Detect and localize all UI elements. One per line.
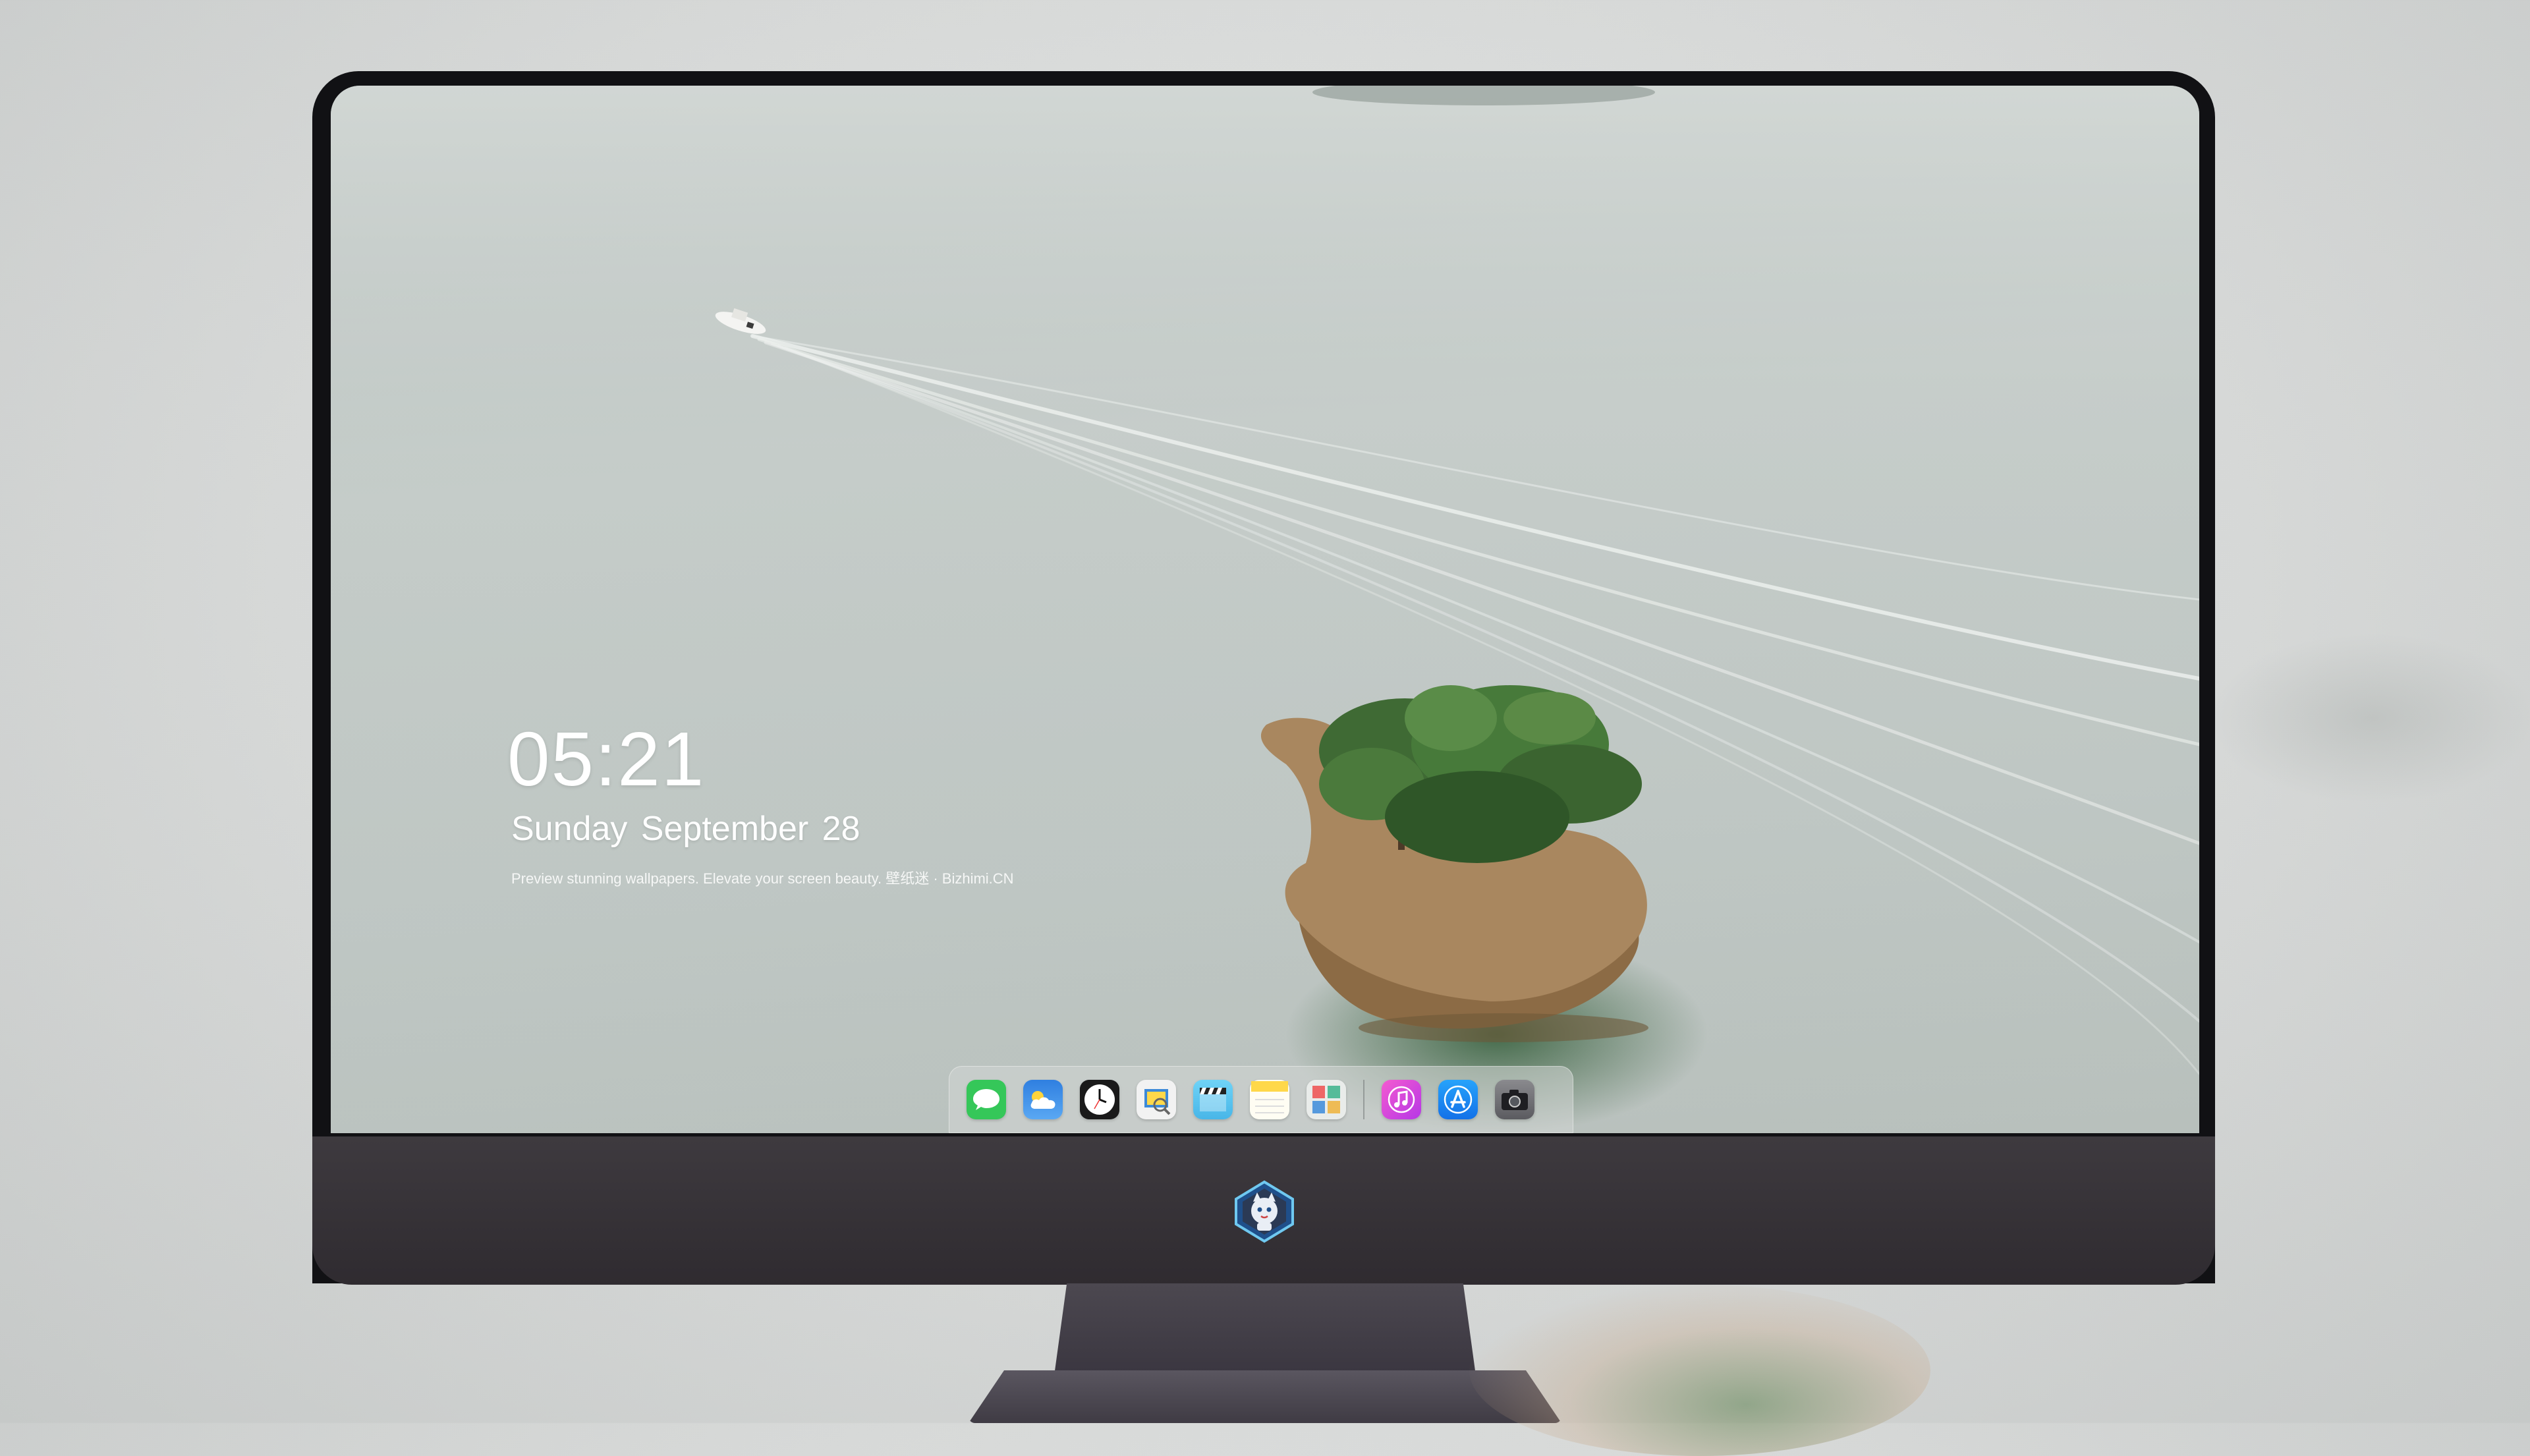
app-store-icon[interactable] <box>1438 1080 1478 1119</box>
photo-booth-icon[interactable] <box>1307 1080 1346 1119</box>
brand-logo-icon <box>1232 1179 1297 1244</box>
dock <box>949 1066 1573 1133</box>
wallpaper <box>331 86 2199 1133</box>
music-icon[interactable] <box>1382 1080 1421 1119</box>
lockscreen-date: Sunday September 28 <box>511 810 860 848</box>
clock-icon[interactable] <box>1080 1080 1119 1119</box>
background-blur <box>1469 1285 1930 1456</box>
monitor-stand <box>1054 1283 1476 1376</box>
messages-icon[interactable] <box>967 1080 1006 1119</box>
dock-separator <box>1363 1080 1364 1119</box>
camera-icon[interactable] <box>1495 1080 1534 1119</box>
lock-screen: 05:21 Sunday September 28 Preview stunni… <box>331 86 2199 1133</box>
clips-icon[interactable] <box>1193 1080 1233 1119</box>
wallpaper-tagline: Preview stunning wallpapers. Elevate you… <box>511 870 1014 887</box>
preview-icon[interactable] <box>1137 1080 1176 1119</box>
background-blur <box>2207 632 2530 804</box>
weather-icon[interactable] <box>1023 1080 1063 1119</box>
lockscreen-clock: 05:21 <box>507 716 706 802</box>
notes-icon[interactable] <box>1250 1080 1289 1119</box>
